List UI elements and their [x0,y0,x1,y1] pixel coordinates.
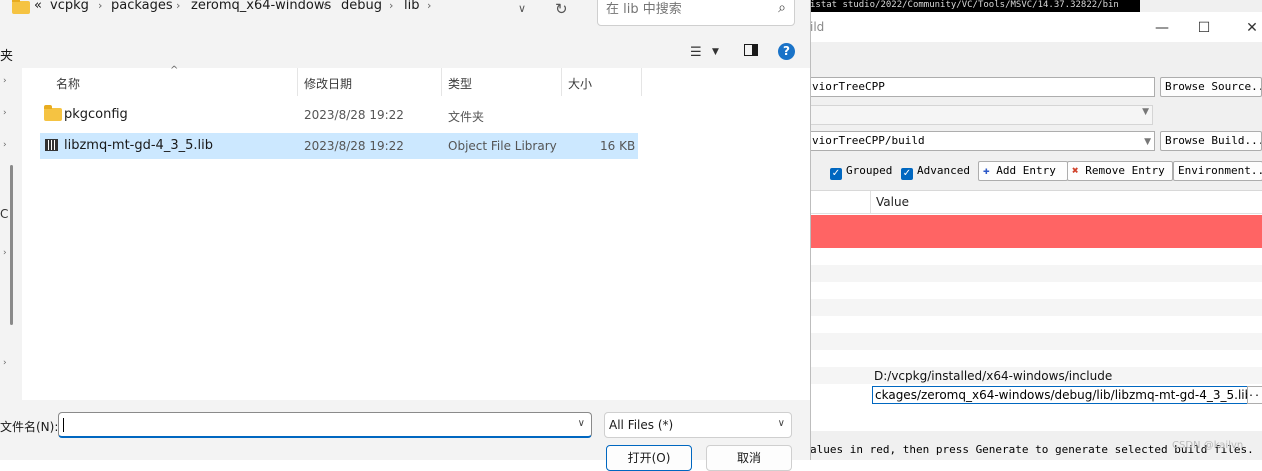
browse-build-button[interactable]: Browse Build... [1160,131,1262,151]
file-list: ^ 名称 修改日期 类型 大小 pkgconfig 2023/8/28 19:2… [22,65,810,400]
table-row[interactable] [810,282,1262,299]
checkmark-icon: ✓ [830,168,842,180]
table-row[interactable] [810,215,1262,248]
filename-field[interactable]: ∨ [58,412,592,438]
include-dir-value[interactable]: D:/vcpkg/installed/x64-windows/include [874,369,1112,383]
chevron-right-icon: › [98,0,103,12]
file-type: Object File Library [448,139,557,153]
chevron-right-icon: › [323,0,328,12]
list-item[interactable]: pkgconfig 2023/8/28 19:22 文件夹 [40,102,638,128]
cmake-gui-window: istat studio/2022/Community/VC/Tools/MSV… [810,0,1262,460]
column-header-date[interactable]: 修改日期 [304,75,352,92]
library-file-icon [45,139,58,151]
breadcrumb-lib[interactable]: lib [404,0,419,13]
open-button[interactable]: 打开(O) [606,445,692,471]
address-bar: « vcpkg › packages › zeromq_x64-windows … [0,0,810,38]
chevron-down-icon: ▼ [1144,137,1151,147]
breadcrumb-debug[interactable]: debug [341,0,382,13]
plus-icon: ✚ [983,164,997,177]
view-options-icon[interactable]: ☰ [690,45,702,60]
cache-table-header: Value [810,191,1262,214]
chevron-right-icon: › [176,0,181,12]
nav-item-drive[interactable]: C [0,207,8,221]
search-box[interactable]: ⌕ [597,0,795,26]
chevron-right-icon[interactable]: › [3,248,7,258]
file-size: 16 KB [600,139,636,153]
console-path-strip: istat studio/2022/Community/VC/Tools/MSV… [810,0,1140,12]
table-row[interactable] [810,333,1262,350]
table-row[interactable] [810,350,1262,367]
value-column-header[interactable]: Value [876,195,909,209]
chevron-down-icon[interactable]: ∨ [578,418,585,429]
breadcrumb-zeromq[interactable]: zeromq_x64-windows [191,0,331,13]
chevron-right-icon[interactable]: › [3,108,7,118]
folder-icon [12,0,30,14]
maximize-icon[interactable]: ☐ [1194,18,1214,38]
file-name: libzmq-mt-gd-4_3_5.lib [64,138,213,153]
chevron-right-icon[interactable]: › [3,358,7,368]
preview-pane-icon[interactable] [744,44,758,56]
search-icon: ⌕ [778,0,786,16]
file-date: 2023/8/28 19:22 [304,108,404,122]
text-cursor [63,418,64,432]
cmake-titlebar: ild — ☐ ✕ [810,12,1262,42]
add-entry-button[interactable]: ✚ Add Entry [978,161,1068,181]
close-icon[interactable]: ✕ [1242,18,1262,38]
list-item-selected[interactable]: libzmq-mt-gd-4_3_5.lib 2023/8/28 19:22 O… [40,133,638,159]
search-input[interactable] [604,1,768,18]
library-path-field[interactable]: ckages/zeromq_x64-windows/debug/lib/libz… [872,386,1248,404]
table-row[interactable] [810,299,1262,316]
column-header-name[interactable]: 名称 [56,75,80,92]
chevron-right-icon: › [389,0,394,12]
chevron-right-icon[interactable]: › [3,76,7,86]
breadcrumb-vcpkg[interactable]: vcpkg [50,0,89,13]
sort-ascending-icon: ^ [170,65,179,76]
file-type: 文件夹 [448,110,485,124]
chevron-down-icon: ∨ [777,418,785,429]
breadcrumb[interactable]: « vcpkg › packages › zeromq_x64-windows … [8,0,508,32]
cancel-button[interactable]: 取消 [706,445,792,471]
breadcrumb-overflow[interactable]: « [34,0,42,13]
folder-icon [44,105,62,121]
minimize-icon[interactable]: — [1152,18,1172,38]
file-name: pkgconfig [64,107,128,122]
dialog-footer: 文件名(N): ∨ All Files (*) ∨ 打开(O) 取消 [0,400,810,471]
advanced-checkbox[interactable]: ✓ Advanced [901,164,970,180]
filter-value: All Files (*) [609,418,674,432]
file-open-dialog: « vcpkg › packages › zeromq_x64-windows … [0,0,811,471]
library-browse-button[interactable]: ... [1247,386,1262,404]
source-dir-input[interactable]: viorTreeCPP [810,77,1155,97]
remove-icon: ✖ [1072,164,1086,177]
chevron-down-icon[interactable]: ∨ [518,2,526,15]
browse-source-button[interactable]: Browse Source... [1160,77,1262,97]
table-row[interactable] [810,265,1262,282]
chevron-down-icon: ▼ [1142,107,1149,117]
table-row[interactable] [810,316,1262,333]
column-header-type[interactable]: 类型 [448,75,472,92]
remove-entry-button[interactable]: ✖ Remove Entry [1067,161,1173,181]
build-dir-combo[interactable]: viorTreeCPP/build ▼ [810,131,1155,151]
file-date: 2023/8/28 19:22 [304,139,404,153]
chevron-down-icon[interactable]: ▼ [712,47,719,57]
checkmark-icon: ✓ [901,168,913,180]
column-header-row: ^ 名称 修改日期 类型 大小 [22,65,642,96]
preset-combo[interactable]: ▼ [810,105,1153,125]
new-folder-label[interactable]: 夹 [0,45,13,64]
grouped-checkbox[interactable]: ✓ Grouped [830,164,892,180]
column-header-size[interactable]: 大小 [568,75,592,92]
table-row[interactable] [810,248,1262,265]
breadcrumb-packages[interactable]: packages [111,0,173,13]
help-icon[interactable]: ? [778,43,795,60]
nav-scrollbar[interactable] [10,165,13,325]
file-type-filter[interactable]: All Files (*) ∨ [604,412,792,438]
cmake-title: ild [810,20,825,34]
environment-button[interactable]: Environment... [1173,161,1262,181]
chevron-right-icon: › [427,0,432,12]
watermark: CSDN @kailvn [1172,440,1244,451]
dialog-toolbar: 夹 ☰ ▼ ? [0,38,810,68]
filename-label: 文件名(N): [0,420,59,434]
navigation-pane: › › › C › › [0,68,18,400]
chevron-right-icon[interactable]: › [3,140,7,150]
refresh-icon[interactable]: ↻ [555,0,568,18]
